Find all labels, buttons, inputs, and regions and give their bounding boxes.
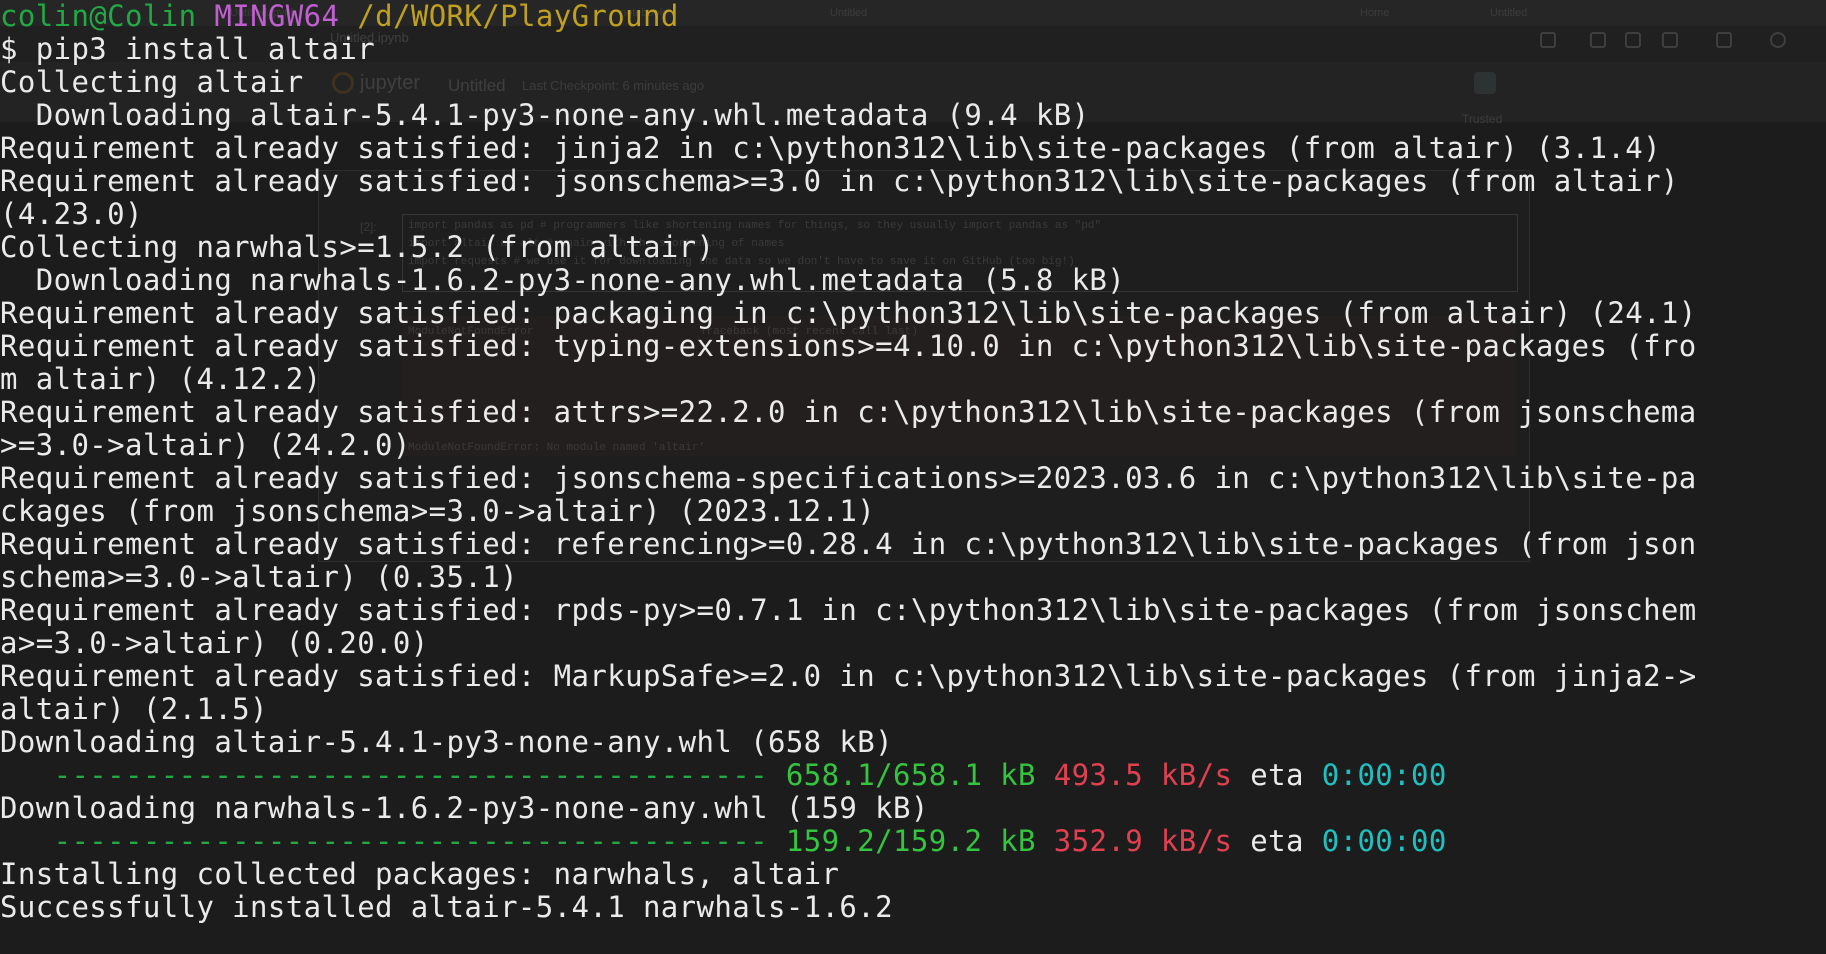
command-line: $ pip3 install altair — [0, 32, 376, 66]
output-line: altair) (2.1.5) — [0, 692, 268, 726]
output-line: (4.23.0) — [0, 197, 143, 231]
eta-label: eta — [1250, 824, 1304, 858]
progress-line: ----------------------------------------… — [0, 825, 1447, 858]
progress-bar: ---------------------------------------- — [0, 758, 768, 792]
progress-rate: 352.9 kB/s — [1053, 824, 1233, 858]
output-line: Downloading narwhals-1.6.2-py3-none-any.… — [0, 263, 1126, 297]
output-line: Requirement already satisfied: jsonschem… — [0, 461, 1697, 495]
progress-rate: 493.5 kB/s — [1053, 758, 1233, 792]
output-line: Requirement already satisfied: jinja2 in… — [0, 131, 1661, 165]
output-line: Requirement already satisfied: referenci… — [0, 527, 1697, 561]
output-line: Collecting narwhals>=1.5.2 (from altair) — [0, 230, 715, 264]
output-line: Requirement already satisfied: rpds-py>=… — [0, 593, 1697, 627]
eta-label: eta — [1250, 758, 1304, 792]
output-line: Requirement already satisfied: packaging… — [0, 296, 1697, 330]
progress-bar: ---------------------------------------- — [0, 824, 768, 858]
terminal-window[interactable]: colin@Colin MINGW64 /d/WORK/PlayGround $… — [0, 0, 1826, 954]
output-line: Requirement already satisfied: jsonschem… — [0, 164, 1679, 198]
output-line: Downloading altair-5.4.1-py3-none-any.wh… — [0, 98, 1090, 132]
progress-line: ----------------------------------------… — [0, 759, 1447, 792]
output-line: >=3.0->altair) (24.2.0) — [0, 428, 411, 462]
output-line: Requirement already satisfied: attrs>=22… — [0, 395, 1697, 429]
output-line: a>=3.0->altair) (0.20.0) — [0, 626, 429, 660]
progress-eta: 0:00:00 — [1321, 758, 1447, 792]
success-line: Successfully installed altair-5.4.1 narw… — [0, 890, 893, 924]
screen: Untitled.ipynb notebook Untitled Home Un… — [0, 0, 1826, 954]
progress-eta: 0:00:00 — [1321, 824, 1447, 858]
progress-amount: 159.2/159.2 kB — [785, 824, 1036, 858]
output-line: Installing collected packages: narwhals,… — [0, 857, 840, 891]
prompt-cwd: /d/WORK/PlayGround — [357, 0, 679, 33]
output-line: Requirement already satisfied: typing-ex… — [0, 329, 1697, 363]
output-line: Downloading narwhals-1.6.2-py3-none-any.… — [0, 791, 929, 825]
output-line: Requirement already satisfied: MarkupSaf… — [0, 659, 1697, 693]
shell-prompt: colin@Colin MINGW64 /d/WORK/PlayGround — [0, 0, 679, 33]
output-line: schema>=3.0->altair) (0.35.1) — [0, 560, 518, 594]
output-line: ckages (from jsonschema>=3.0->altair) (2… — [0, 494, 876, 528]
output-line: Downloading altair-5.4.1-py3-none-any.wh… — [0, 725, 893, 759]
prompt-user-host: colin@Colin — [0, 0, 197, 33]
output-line: Collecting altair — [0, 65, 304, 99]
prompt-env: MINGW64 — [214, 0, 340, 33]
progress-amount: 658.1/658.1 kB — [785, 758, 1036, 792]
output-line: m altair) (4.12.2) — [0, 362, 322, 396]
